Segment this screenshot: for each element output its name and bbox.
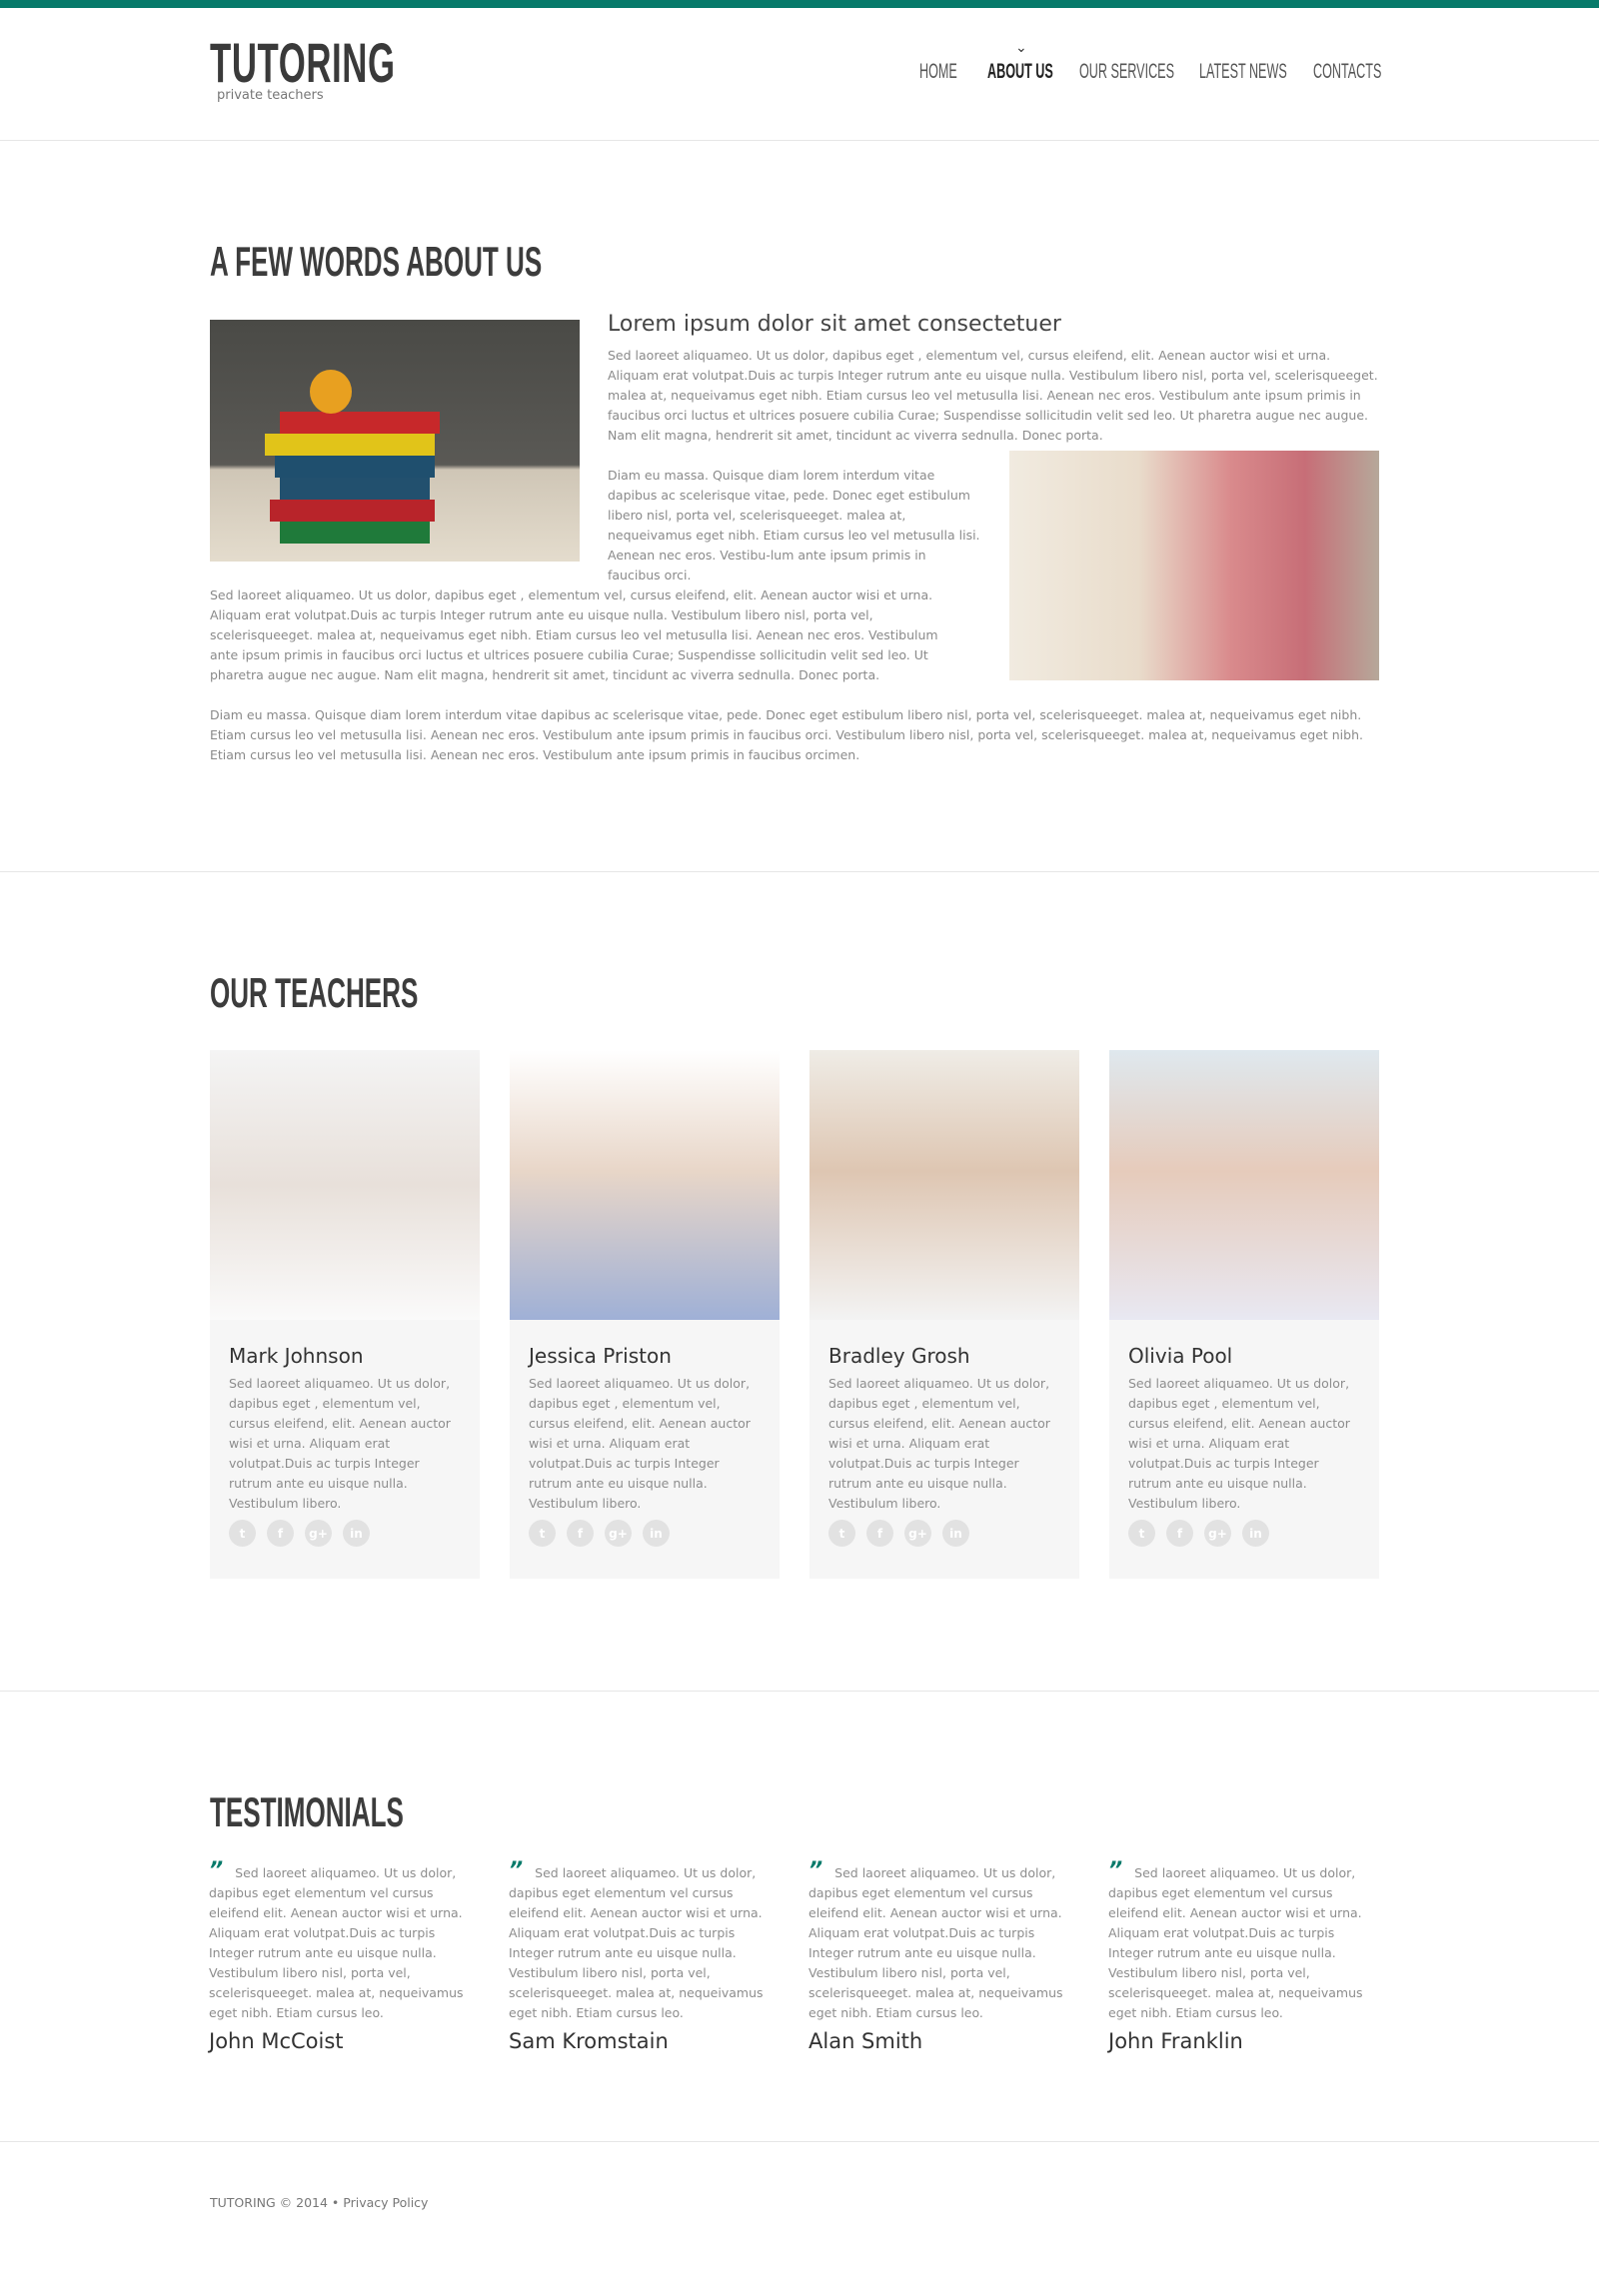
twitter-icon[interactable]: t	[229, 1520, 256, 1547]
testimonial-author: John Franklin	[1108, 2029, 1243, 2053]
teacher-card: Jessica Priston Sed laoreet aliquameo. U…	[510, 1050, 780, 1579]
twitter-icon[interactable]: t	[828, 1520, 855, 1547]
teacher-bio: Sed laoreet aliquameo. Ut us dolor, dapi…	[529, 1376, 751, 1511]
testimonial: ” Sed laoreet aliquameo. Ut us dolor, dap…	[808, 1860, 1080, 2054]
google-plus-icon[interactable]: g+	[904, 1520, 931, 1547]
about-paragraph-3: Sed laoreet aliquameo. Ut us dolor, dapi…	[210, 587, 938, 682]
teacher-bio: Sed laoreet aliquameo. Ut us dolor, dapi…	[229, 1376, 451, 1511]
social-links: t f g+ in	[828, 1520, 969, 1547]
about-paragraph-4: Diam eu massa. Quisque diam lorem interd…	[210, 707, 1363, 762]
google-plus-icon[interactable]: g+	[305, 1520, 332, 1547]
chevron-down-icon: ⌄	[1015, 40, 1027, 56]
teacher-student-image	[1009, 451, 1379, 680]
facebook-icon[interactable]: f	[267, 1520, 294, 1547]
testimonial: ” Sed laoreet aliquameo. Ut us dolor, dap…	[209, 1860, 481, 2054]
quote-icon: ”	[509, 1858, 524, 1883]
about-subtitle: Lorem ipsum dolor sit amet consectetuer	[608, 312, 1061, 337]
nav-contacts[interactable]: CONTACTS	[1313, 60, 1381, 90]
testimonial-text: Sed laoreet aliquameo. Ut us dolor, dapi…	[1108, 1865, 1363, 2020]
social-links: t f g+ in	[1128, 1520, 1269, 1547]
divider	[0, 871, 1599, 872]
nav-about-us[interactable]: ⌄ ABOUT US	[987, 40, 1053, 90]
nav-home[interactable]: HOME	[919, 60, 961, 90]
linkedin-icon[interactable]: in	[1242, 1520, 1269, 1547]
divider	[0, 140, 1599, 141]
copyright: TUTORING © 2014 •	[210, 2195, 340, 2210]
main-nav: HOME ⌄ ABOUT US OUR SERVICES LATEST NEWS …	[919, 40, 1381, 90]
social-links: t f g+ in	[529, 1520, 670, 1547]
privacy-policy-link[interactable]: Privacy Policy	[343, 2195, 428, 2210]
teacher-card: Olivia Pool Sed laoreet aliquameo. Ut us…	[1109, 1050, 1379, 1579]
quote-icon: ”	[209, 1858, 224, 1883]
books-apple-image	[210, 320, 580, 562]
teacher-name[interactable]: Bradley Grosh	[828, 1344, 1060, 1368]
testimonial-text: Sed laoreet aliquameo. Ut us dolor, dapi…	[509, 1865, 764, 2020]
google-plus-icon[interactable]: g+	[1204, 1520, 1231, 1547]
twitter-icon[interactable]: t	[529, 1520, 556, 1547]
logo-text: TUTORING	[210, 31, 396, 94]
google-plus-icon[interactable]: g+	[605, 1520, 632, 1547]
testimonials-title: TESTIMONIALS	[210, 1788, 404, 1835]
quote-icon: ”	[1108, 1858, 1123, 1883]
testimonial-text: Sed laoreet aliquameo. Ut us dolor, dapi…	[808, 1865, 1063, 2020]
quote-icon: ”	[808, 1858, 823, 1883]
divider	[0, 2141, 1599, 2142]
teacher-photo	[510, 1050, 780, 1320]
about-paragraph-2: Diam eu massa. Quisque diam lorem interd…	[608, 468, 980, 582]
twitter-icon[interactable]: t	[1128, 1520, 1155, 1547]
linkedin-icon[interactable]: in	[343, 1520, 370, 1547]
testimonial-author: Alan Smith	[808, 2029, 923, 2053]
about-paragraph-1: Sed laoreet aliquameo. Ut us dolor, dapi…	[608, 348, 1378, 443]
teacher-name[interactable]: Mark Johnson	[229, 1344, 461, 1368]
nav-latest-news[interactable]: LATEST NEWS	[1199, 60, 1287, 90]
testimonial-author: John McCoist	[209, 2029, 344, 2053]
teacher-card: Bradley Grosh Sed laoreet aliquameo. Ut …	[809, 1050, 1079, 1579]
testimonial: ” Sed laoreet aliquameo. Ut us dolor, dap…	[509, 1860, 781, 2054]
linkedin-icon[interactable]: in	[643, 1520, 670, 1547]
divider	[0, 1691, 1599, 1692]
teacher-name[interactable]: Olivia Pool	[1128, 1344, 1360, 1368]
testimonial-text: Sed laoreet aliquameo. Ut us dolor, dapi…	[209, 1865, 464, 2020]
teacher-photo	[210, 1050, 480, 1320]
about-title: A FEW WORDS ABOUT US	[210, 238, 543, 285]
facebook-icon[interactable]: f	[866, 1520, 893, 1547]
top-accent-bar	[0, 0, 1599, 8]
tagline: private teachers	[217, 88, 324, 103]
logo[interactable]: TUTORING	[210, 30, 509, 95]
facebook-icon[interactable]: f	[1166, 1520, 1193, 1547]
teacher-bio: Sed laoreet aliquameo. Ut us dolor, dapi…	[1128, 1376, 1350, 1511]
social-links: t f g+ in	[229, 1520, 370, 1547]
teacher-bio: Sed laoreet aliquameo. Ut us dolor, dapi…	[828, 1376, 1050, 1511]
testimonial-author: Sam Kromstain	[509, 2029, 669, 2053]
nav-our-services[interactable]: OUR SERVICES	[1079, 60, 1174, 90]
teachers-title: OUR TEACHERS	[210, 969, 419, 1016]
teacher-photo	[809, 1050, 1079, 1320]
footer: TUTORING © 2014 • Privacy Policy	[210, 2195, 428, 2210]
teacher-name[interactable]: Jessica Priston	[529, 1344, 761, 1368]
facebook-icon[interactable]: f	[567, 1520, 594, 1547]
testimonial: ” Sed laoreet aliquameo. Ut us dolor, dap…	[1108, 1860, 1380, 2054]
linkedin-icon[interactable]: in	[942, 1520, 969, 1547]
teacher-photo	[1109, 1050, 1379, 1320]
teacher-card: Mark Johnson Sed laoreet aliquameo. Ut u…	[210, 1050, 480, 1579]
